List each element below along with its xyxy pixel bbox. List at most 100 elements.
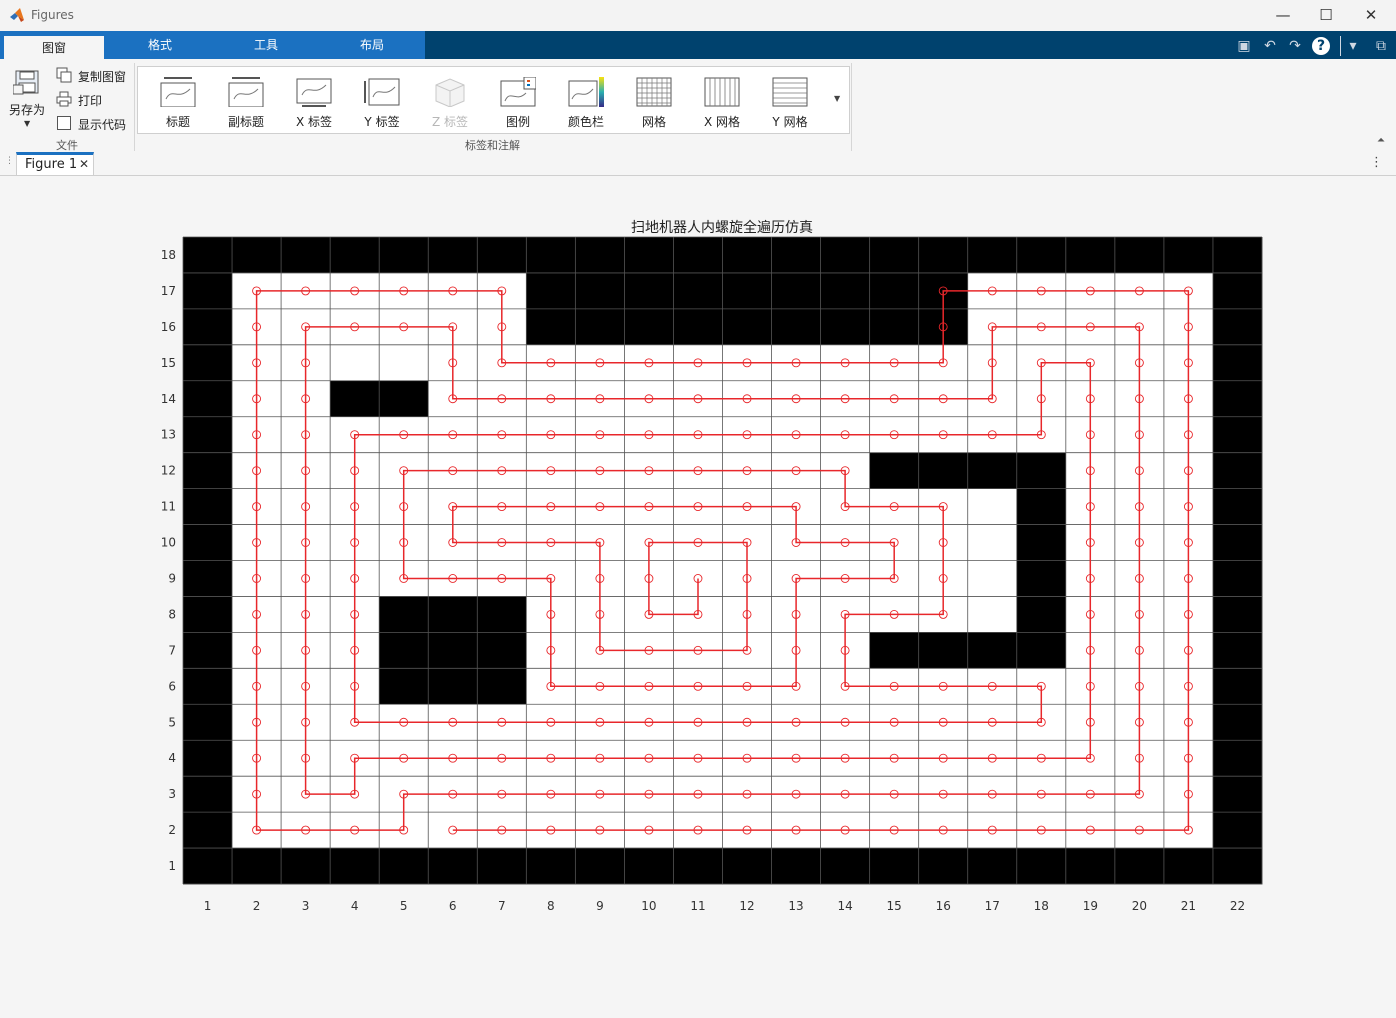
x-tick-label: 5 [400, 899, 408, 913]
save-icon[interactable]: ▣ [1235, 37, 1253, 55]
obstacle-cell [1212, 380, 1263, 418]
tab-layout[interactable]: 布局 [322, 31, 422, 59]
obstacle-cell [183, 560, 233, 597]
y-tick-label: 1 [168, 859, 176, 873]
x-tick-labels: 1 2 3 4 5 6 7 8 9 10 11 12 13 14 15 16 17 18 19 20 21 22 [204, 899, 1245, 913]
obstacle-cell [1016, 560, 1067, 597]
more-options-icon[interactable]: ⋮ [1370, 155, 1383, 170]
obstacle-cell [183, 308, 233, 346]
obstacle-cell [918, 237, 969, 274]
x-label-icon [296, 78, 332, 107]
save-as-icon[interactable] [13, 69, 41, 97]
x-tick-label: 16 [936, 899, 951, 913]
obstacle-cell [183, 272, 233, 310]
close-icon[interactable]: ✕ [1356, 4, 1386, 26]
y-label-button[interactable]: Y 标签 [351, 73, 413, 129]
obstacle-cell [967, 848, 1018, 885]
obstacle-cell [379, 848, 429, 885]
y-grid-button[interactable]: Y 网格 [759, 73, 821, 129]
gallery-expand-icon[interactable]: ▼ [834, 94, 840, 103]
obstacle-cell [967, 452, 1018, 490]
x-tick-label: 2 [253, 899, 261, 913]
obstacle-cell [379, 380, 429, 418]
help-icon[interactable]: ? [1312, 37, 1330, 55]
y-grid-icon [772, 77, 808, 107]
obstacle-cell [771, 237, 821, 274]
save-as-button[interactable]: 另存为 [9, 101, 45, 118]
close-tab-icon[interactable]: ✕ [79, 157, 89, 171]
obstacle-cell [379, 632, 429, 669]
minimize-icon[interactable]: — [1268, 4, 1298, 26]
obstacle-cell [1212, 776, 1263, 813]
chart-title: 扫地机器人内螺旋全遍历仿真 [631, 219, 813, 236]
x-tick-label: 14 [837, 899, 852, 913]
obstacle-cell [428, 596, 478, 633]
obstacle-cell [918, 848, 969, 885]
collapse-ribbon-icon[interactable]: ⏶ [1377, 135, 1385, 146]
obstacle-cell [869, 632, 920, 669]
print-icon [56, 91, 72, 107]
legend-button[interactable]: 图例 [487, 73, 549, 129]
y-tick-label: 11 [161, 500, 176, 514]
obstacle-cell [1163, 848, 1214, 885]
obstacle-cell [1016, 632, 1067, 669]
obstacle-cell [918, 632, 969, 669]
print-button[interactable]: 打印 [78, 92, 102, 109]
y-tick-label: 2 [168, 823, 176, 837]
y-tick-label: 3 [168, 787, 176, 801]
obstacle-cell [183, 740, 233, 777]
obstacle-cell [183, 452, 233, 490]
obstacle-cell [1114, 848, 1165, 885]
obstacle-cell [526, 237, 576, 274]
y-tick-label: 8 [168, 607, 176, 621]
obstacle-cell [771, 848, 821, 885]
tab-figure[interactable]: 图窗 [4, 34, 104, 59]
colorbar-label: 颜色栏 [567, 115, 604, 129]
free-cell [330, 344, 380, 382]
free-cell [967, 524, 1018, 561]
z-label-label: Z 标签 [431, 115, 469, 129]
obstacle-cell [820, 237, 871, 274]
tab-tools[interactable]: 工具 [216, 31, 316, 59]
undo-icon[interactable]: ↶ [1261, 37, 1279, 55]
obstacle-cell [232, 848, 282, 885]
x-tick-label: 8 [547, 899, 555, 913]
drag-handle-icon[interactable]: ⋮ [5, 156, 14, 166]
obstacle-cell [918, 452, 969, 490]
obstacle-cell [281, 848, 331, 885]
maximize-icon[interactable]: ☐ [1311, 4, 1341, 26]
y-tick-label: 15 [161, 356, 176, 370]
y-tick-label: 9 [168, 571, 176, 585]
subtitle-button[interactable]: 副标题 [215, 73, 277, 129]
window-title: Figures [31, 8, 74, 22]
obstacle-cell [1016, 524, 1067, 561]
y-tick-label: 16 [161, 320, 176, 334]
y-tick-label: 14 [161, 392, 176, 406]
tab-figure-1[interactable]: Figure 1 ✕ [16, 152, 94, 175]
grid-button[interactable]: 网格 [623, 73, 685, 129]
obstacle-cell [624, 848, 674, 885]
obstacle-cell [722, 237, 772, 274]
undock-icon[interactable]: ⧉ [1372, 37, 1390, 55]
obstacle-cell [330, 848, 380, 885]
save-as-dropdown-icon[interactable]: ▼ [24, 119, 30, 128]
title-button[interactable]: 标题 [147, 73, 209, 129]
obstacle-cell [330, 380, 380, 418]
subtitle-label: 副标题 [227, 115, 264, 129]
obstacle-cell [1114, 237, 1165, 274]
quick-access-menu-icon[interactable]: ▾ [1344, 37, 1362, 55]
obstacle-cell [183, 416, 233, 454]
obstacle-cell [1212, 704, 1263, 741]
obstacle-cell [722, 272, 772, 310]
colorbar-button[interactable]: 颜色栏 [555, 73, 617, 129]
x-label-button[interactable]: X 标签 [283, 73, 345, 129]
copy-figure-button[interactable]: 复制图窗 [78, 68, 126, 85]
free-cell [967, 488, 1018, 525]
obstacle-cell [869, 848, 920, 885]
obstacle-cell [1212, 344, 1263, 382]
tab-format[interactable]: 格式 [110, 31, 210, 59]
show-code-checkbox[interactable] [57, 116, 71, 130]
x-grid-label: X 网格 [703, 115, 741, 129]
redo-icon[interactable]: ↷ [1286, 37, 1304, 55]
x-grid-button[interactable]: X 网格 [691, 73, 753, 129]
